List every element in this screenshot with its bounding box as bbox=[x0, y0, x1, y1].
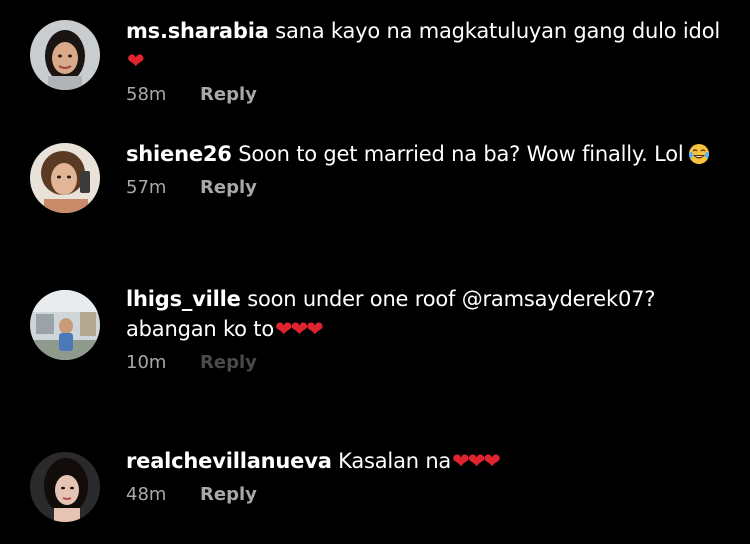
comment-list: ms.sharabia sana kayo na magkatuluyan ga… bbox=[0, 0, 750, 544]
comment-meta: 48m Reply bbox=[126, 483, 726, 507]
comment-timestamp: 58m bbox=[126, 84, 167, 105]
comment-timestamp: 10m bbox=[126, 352, 167, 373]
comment-text: Kasalan na bbox=[338, 449, 452, 473]
comment-timestamp: 48m bbox=[126, 484, 167, 505]
avatar-image bbox=[30, 290, 100, 360]
comment-meta: 10m Reply bbox=[126, 351, 726, 375]
avatar-image bbox=[30, 143, 100, 213]
avatar[interactable] bbox=[30, 290, 100, 360]
comment-text-line: ms.sharabia sana kayo na magkatuluyan ga… bbox=[126, 16, 726, 76]
heart-icon: ❤❤❤ bbox=[452, 449, 501, 473]
avatar-image bbox=[30, 20, 100, 90]
comment-username[interactable]: shiene26 bbox=[126, 142, 232, 166]
heart-icon: ❤ bbox=[127, 49, 145, 73]
comment-username[interactable]: realchevillanueva bbox=[126, 449, 332, 473]
comment-username[interactable]: lhigs_ville bbox=[126, 287, 241, 311]
avatar[interactable] bbox=[30, 143, 100, 213]
reply-button[interactable]: Reply bbox=[200, 484, 257, 505]
comment-timestamp: 57m bbox=[126, 177, 167, 198]
comment-text-line: lhigs_ville soon under one roof @ramsayd… bbox=[126, 284, 686, 344]
comment-body: realchevillanueva Kasalan na❤❤❤ 48m Reply bbox=[126, 446, 726, 507]
reply-button[interactable]: Reply bbox=[200, 352, 257, 373]
comment-text-line: realchevillanueva Kasalan na❤❤❤ bbox=[126, 446, 726, 476]
reply-button[interactable]: Reply bbox=[200, 177, 257, 198]
face-with-tears-of-joy-icon bbox=[688, 144, 709, 164]
avatar[interactable] bbox=[30, 452, 100, 522]
comment-text: Soon to get married na ba? Wow finally. … bbox=[238, 142, 684, 166]
comment-text: sana kayo na magkatuluyan gang dulo idol bbox=[275, 19, 720, 43]
comment-meta: 57m Reply bbox=[126, 176, 726, 200]
comment-body: ms.sharabia sana kayo na magkatuluyan ga… bbox=[126, 16, 726, 107]
comment-body: shiene26 Soon to get married na ba? Wow … bbox=[126, 139, 726, 200]
comment-meta: 58m Reply bbox=[126, 83, 726, 107]
comment-username[interactable]: ms.sharabia bbox=[126, 19, 269, 43]
heart-icon: ❤❤❤ bbox=[274, 317, 324, 341]
avatar[interactable] bbox=[30, 20, 100, 90]
comment-text-line: shiene26 Soon to get married na ba? Wow … bbox=[126, 139, 726, 169]
reply-button[interactable]: Reply bbox=[200, 84, 257, 105]
comment-body: lhigs_ville soon under one roof @ramsayd… bbox=[126, 284, 726, 375]
avatar-image bbox=[30, 452, 100, 522]
